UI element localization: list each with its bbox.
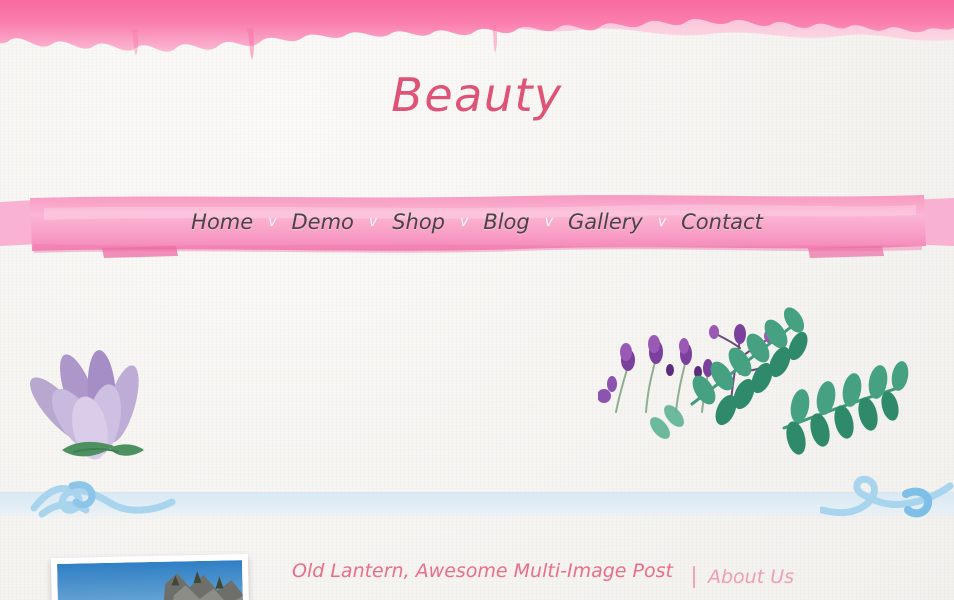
page-root: Beauty Home v Demo v Shop v Blog v Galle… xyxy=(0,0,954,600)
chevron-down-icon: v xyxy=(460,214,469,230)
main-navigation: Home v Demo v Shop v Blog v Gallery v Co… xyxy=(0,186,954,264)
chevron-down-icon: v xyxy=(368,214,378,230)
post-thumbnail-image xyxy=(57,560,244,600)
nav-item-gallery[interactable]: Gallery xyxy=(555,211,656,233)
nav-item-shop[interactable]: Shop xyxy=(379,211,458,233)
chevron-down-icon: v xyxy=(657,214,667,230)
nav-item-blog[interactable]: Blog xyxy=(470,211,542,233)
sidebar-widget-about: About Us xyxy=(693,566,794,588)
nav-items-container: Home v Demo v Shop v Blog v Gallery v Co… xyxy=(0,186,954,258)
site-title[interactable]: Beauty xyxy=(0,68,954,122)
post-thumbnail[interactable] xyxy=(50,553,251,600)
image-carousel[interactable] xyxy=(0,340,954,515)
chevron-down-icon: v xyxy=(268,214,277,230)
nav-item-home[interactable]: Home xyxy=(178,211,266,233)
nav-item-contact[interactable]: Contact xyxy=(668,211,776,233)
about-us-heading: About Us xyxy=(708,566,795,588)
top-watercolor-banner xyxy=(0,0,954,62)
chevron-down-icon: v xyxy=(544,214,554,230)
post-title-link[interactable]: Old Lantern, Awesome Multi-Image Post xyxy=(292,560,673,582)
nav-item-demo[interactable]: Demo xyxy=(278,211,366,233)
